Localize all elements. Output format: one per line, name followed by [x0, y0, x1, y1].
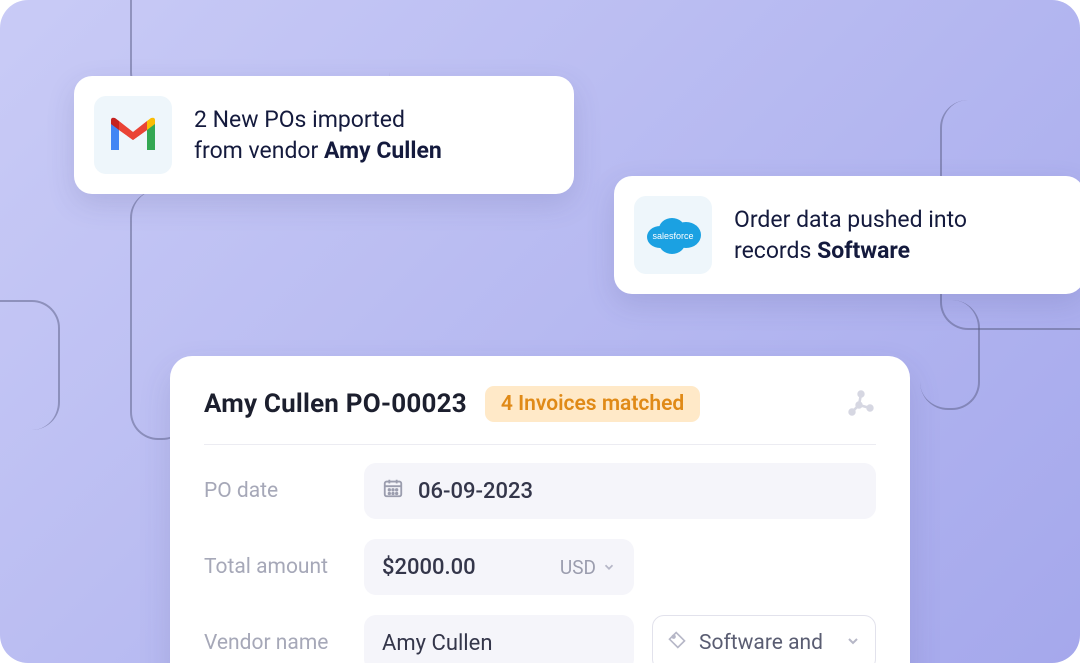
field-label: PO date [204, 479, 364, 503]
gmail-icon [94, 96, 172, 174]
field-vendor-name: Vendor name Amy Cullen Software and [204, 615, 876, 663]
tag-icon [667, 630, 687, 656]
connector-line [920, 300, 980, 410]
illustration-stage: 2 New POs imported from vendor Amy Culle… [0, 0, 1080, 663]
currency-value: USD [560, 556, 596, 579]
chevron-down-icon [602, 556, 616, 579]
notification-line2-bold: Amy Cullen [324, 137, 442, 164]
notification-line2-prefix: from vendor [194, 137, 324, 164]
notification-text: Order data pushed into records Software [734, 204, 967, 266]
po-title: Amy Cullen PO-00023 [204, 389, 467, 419]
field-total-amount: Total amount $2000.00 USD [204, 539, 876, 595]
notification-line1: 2 New POs imported [194, 106, 405, 133]
notification-line1: Order data pushed into [734, 206, 967, 233]
chevron-down-icon [845, 631, 861, 655]
currency-select[interactable]: USD [560, 556, 616, 579]
notification-gmail: 2 New POs imported from vendor Amy Culle… [74, 76, 574, 194]
calendar-icon [382, 477, 404, 505]
po-date-value: 06-09-2023 [418, 479, 533, 504]
nanonets-icon [846, 388, 876, 422]
notification-salesforce: salesforce Order data pushed into record… [614, 176, 1080, 294]
notification-text: 2 New POs imported from vendor Amy Culle… [194, 104, 442, 166]
divider [204, 444, 876, 445]
svg-text:salesforce: salesforce [652, 231, 693, 241]
total-amount-input[interactable]: $2000.00 USD [364, 539, 634, 595]
vendor-name-value: Amy Cullen [382, 631, 492, 656]
field-po-date: PO date 06-09-2023 [204, 463, 876, 519]
category-value: Software and [699, 631, 823, 655]
total-amount-value: $2000.00 [382, 555, 476, 580]
invoices-matched-badge: 4 Invoices matched [485, 386, 700, 422]
notification-line2-prefix: records [734, 237, 817, 264]
category-select[interactable]: Software and [652, 615, 876, 663]
salesforce-icon: salesforce [634, 196, 712, 274]
po-detail-card: Amy Cullen PO-00023 4 Invoices matched P… [170, 356, 910, 663]
notification-line2-bold: Software [817, 237, 910, 264]
po-date-input[interactable]: 06-09-2023 [364, 463, 876, 519]
field-label: Vendor name [204, 631, 364, 655]
connector-line [0, 300, 60, 430]
field-label: Total amount [204, 555, 364, 579]
vendor-name-input[interactable]: Amy Cullen [364, 615, 634, 663]
